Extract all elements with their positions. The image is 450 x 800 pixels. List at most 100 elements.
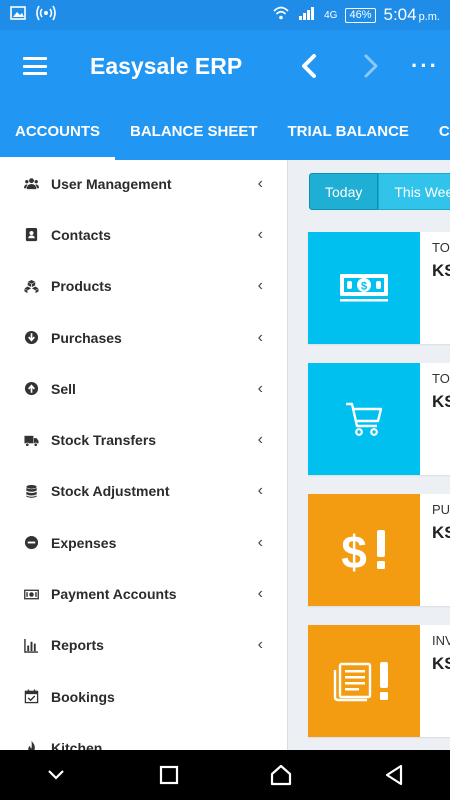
stat-card-purchase-due: $ PU KS [308, 494, 450, 606]
stat-value: KS [432, 523, 450, 542]
sidebar-item-label: Expenses [51, 534, 117, 551]
sidebar-item-label: Stock Adjustment [51, 483, 170, 500]
more-vert-icon: ··· [411, 53, 439, 78]
menu-button[interactable] [0, 30, 70, 102]
hotspot-icon [36, 5, 56, 26]
chevron-left-icon: ‹ [257, 431, 263, 449]
sidebar-item-expenses[interactable]: Expenses ‹ [0, 517, 287, 568]
fire-icon [22, 739, 40, 750]
sidebar-item-bookings[interactable]: Bookings [0, 671, 287, 722]
money-icon [22, 585, 40, 603]
sidebar-item-contacts[interactable]: Contacts ‹ [0, 209, 287, 260]
sidebar-item-user-management[interactable]: User Management ‹ [0, 160, 287, 209]
chevron-right-icon [364, 54, 378, 78]
stat-label: TO [432, 371, 450, 386]
address-book-icon [22, 226, 40, 244]
sidebar-item-label: Payment Accounts [51, 586, 177, 603]
hide-keyboard-button[interactable] [31, 750, 81, 800]
sidebar-item-kitchen[interactable]: Kitchen [0, 722, 287, 750]
svg-text:$: $ [341, 526, 367, 576]
network-type: 4G [324, 9, 338, 21]
recents-button[interactable] [144, 750, 194, 800]
sidebar-item-label: Contacts [51, 226, 111, 243]
stat-label: INV [432, 633, 450, 648]
sidebar-item-stock-adjustment[interactable]: Stock Adjustment ‹ [0, 466, 287, 517]
tab-accounts[interactable]: ACCOUNTS [0, 102, 115, 160]
chevron-left-icon: ‹ [257, 277, 263, 295]
chevron-left-icon: ‹ [257, 482, 263, 500]
stat-value: KS [432, 392, 450, 411]
clock-time: 5:04 [383, 5, 417, 24]
chevron-left-icon: ‹ [257, 636, 263, 654]
sidebar-item-reports[interactable]: Reports ‹ [0, 620, 287, 671]
system-nav-bar [0, 750, 450, 800]
cubes-icon [22, 277, 40, 295]
home-icon [271, 764, 292, 786]
chevron-left-icon: ‹ [257, 174, 263, 192]
clock-ampm: p.m. [418, 11, 440, 23]
chevron-left-icon: ‹ [257, 533, 263, 551]
sidebar-item-label: Kitchen [51, 739, 103, 750]
sidebar-menu: User Management ‹ Contacts ‹ Products ‹ … [0, 160, 288, 750]
chevron-left-icon: ‹ [257, 328, 263, 346]
tab-balance-sheet[interactable]: BALANCE SHEET [115, 102, 273, 160]
tab-bar: ACCOUNTS BALANCE SHEET TRIAL BALANCE CAS… [0, 102, 450, 160]
stat-value: KS [432, 261, 450, 280]
sidebar-item-label: Purchases [51, 329, 122, 346]
wifi-icon [272, 5, 290, 25]
square-icon [159, 765, 178, 785]
triangle-back-icon [385, 764, 402, 786]
money-bill-icon: $ [308, 232, 420, 344]
forward-button[interactable] [340, 30, 400, 102]
tab-trial-balance[interactable]: TRIAL BALANCE [273, 102, 424, 160]
hamburger-icon [23, 57, 47, 75]
chevron-left-icon: ‹ [257, 225, 263, 243]
more-options-button[interactable]: ··· [400, 30, 450, 102]
app-bar: Easysale ERP ··· [0, 30, 450, 102]
sidebar-item-products[interactable]: Products ‹ [0, 261, 287, 312]
truck-icon [22, 431, 40, 449]
sidebar-item-stock-transfers[interactable]: Stock Transfers ‹ [0, 414, 287, 465]
sidebar-item-label: Sell [51, 380, 76, 397]
home-button[interactable] [256, 750, 306, 800]
stat-card-invoice-due: INV KS [308, 625, 450, 737]
chevron-left-icon: ‹ [257, 585, 263, 603]
date-filter: Today This Wee [309, 173, 450, 210]
signal-icon [298, 5, 316, 25]
sidebar-item-payment-accounts[interactable]: Payment Accounts ‹ [0, 568, 287, 619]
sidebar-item-label: Products [51, 278, 112, 295]
bar-chart-icon [22, 636, 40, 654]
app-title: Easysale ERP [90, 52, 243, 79]
svg-text:$: $ [361, 281, 367, 293]
tab-cash[interactable]: CASH [424, 102, 450, 160]
shopping-cart-icon [308, 363, 420, 475]
sidebar-item-label: Reports [51, 637, 104, 654]
stat-card-total-sell: TO KS [308, 363, 450, 475]
sidebar-item-label: Bookings [51, 688, 115, 705]
sidebar-item-purchases[interactable]: Purchases ‹ [0, 312, 287, 363]
status-bar: 4G 46% 5:04 p.m. [0, 0, 450, 30]
back-button[interactable] [280, 30, 340, 102]
chevron-left-icon [302, 54, 316, 78]
sidebar-item-label: User Management [51, 175, 172, 192]
dashboard-content: Today This Wee $ TO KS TO KS $ PU KS INV… [289, 160, 450, 750]
sidebar-item-sell[interactable]: Sell ‹ [0, 363, 287, 414]
invoice-exclamation-icon [308, 625, 420, 737]
clock: 5:04 p.m. [384, 5, 441, 25]
date-filter-this-week[interactable]: This Wee [378, 173, 450, 210]
stat-value: KS [432, 654, 450, 673]
date-filter-today[interactable]: Today [309, 173, 379, 210]
database-icon [22, 482, 40, 500]
users-icon [22, 175, 40, 193]
battery-indicator: 46% [345, 7, 376, 23]
arrow-circle-up-icon [22, 380, 40, 398]
dollar-exclamation-icon: $ [308, 494, 420, 606]
image-icon [10, 5, 26, 25]
minus-circle-icon [22, 534, 40, 552]
chevron-down-icon [48, 770, 65, 780]
chevron-left-icon: ‹ [257, 379, 263, 397]
calendar-check-icon [22, 688, 40, 706]
back-nav-button[interactable] [369, 750, 419, 800]
stat-label: TO [432, 240, 450, 255]
stat-label: PU [432, 502, 450, 517]
